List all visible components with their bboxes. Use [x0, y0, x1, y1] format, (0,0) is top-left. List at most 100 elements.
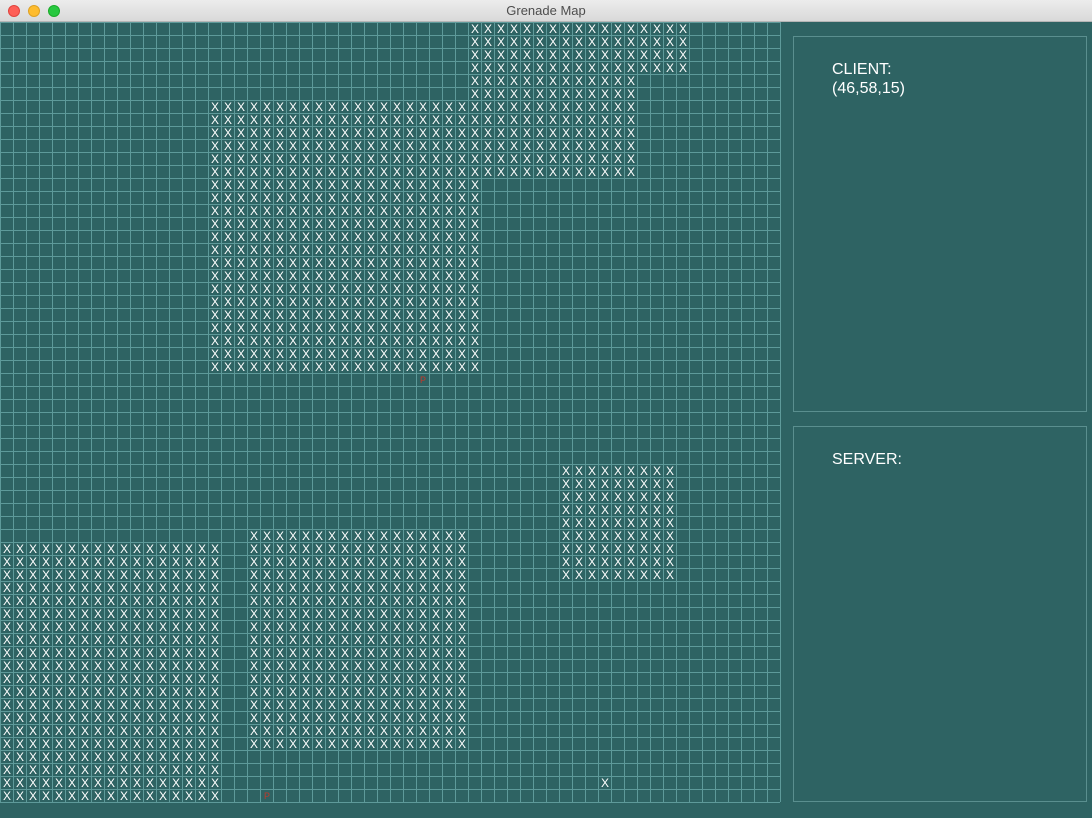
grenade-cell-mark: X: [263, 529, 271, 543]
grenade-cell-mark: X: [445, 347, 453, 361]
grenade-cell-mark: X: [341, 191, 349, 205]
grenade-cell-mark: X: [146, 789, 154, 803]
grenade-cell-mark: X: [653, 48, 661, 62]
grenade-cell-mark: X: [198, 555, 206, 569]
grenade-cell-mark: X: [601, 61, 609, 75]
grenade-cell-mark: X: [172, 737, 180, 751]
grenade-cell-mark: X: [614, 165, 622, 179]
grenade-cell-mark: X: [666, 516, 674, 530]
grenade-cell-mark: X: [432, 269, 440, 283]
grenade-cell-mark: X: [354, 269, 362, 283]
grenade-cell-mark: X: [549, 113, 557, 127]
grenade-cell-mark: X: [679, 22, 687, 36]
grenade-cell-mark: X: [510, 87, 518, 101]
grenade-cell-mark: X: [393, 711, 401, 725]
grenade-cell-mark: X: [263, 308, 271, 322]
grenade-cell-mark: X: [237, 191, 245, 205]
grenade-cell-mark: X: [302, 698, 310, 712]
grenade-cell-mark: X: [562, 152, 570, 166]
grenade-cell-mark: X: [341, 178, 349, 192]
grenade-cell-mark: X: [237, 347, 245, 361]
grenade-cell-mark: X: [211, 295, 219, 309]
grenade-cell-mark: X: [42, 698, 50, 712]
grenade-cell-mark: X: [367, 321, 375, 335]
client-panel: CLIENT: (46,58,15): [793, 36, 1087, 412]
grenade-cell-mark: X: [302, 711, 310, 725]
grenade-cell-mark: X: [445, 191, 453, 205]
grenade-cell-mark: X: [250, 672, 258, 686]
grenade-cell-mark: X: [68, 581, 76, 595]
grenade-cell-mark: X: [432, 555, 440, 569]
grenade-cell-mark: X: [406, 152, 414, 166]
grenade-cell-mark: X: [354, 178, 362, 192]
grenade-cell-mark: X: [588, 61, 596, 75]
grenade-cell-mark: X: [302, 139, 310, 153]
grenade-cell-mark: X: [523, 61, 531, 75]
grenade-cell-mark: X: [302, 295, 310, 309]
grenade-cell-mark: X: [68, 737, 76, 751]
grenade-cell-mark: X: [276, 594, 284, 608]
grenade-cell-mark: X: [120, 581, 128, 595]
grenade-cell-mark: X: [224, 113, 232, 127]
grenade-cell-mark: X: [445, 529, 453, 543]
grenade-cell-mark: X: [29, 607, 37, 621]
server-label: SERVER:: [832, 451, 902, 468]
grenade-cell-mark: X: [588, 74, 596, 88]
grenade-cell-mark: X: [68, 620, 76, 634]
grenade-cell-mark: X: [653, 542, 661, 556]
grenade-cell-mark: X: [627, 568, 635, 582]
grenade-cell-mark: X: [354, 100, 362, 114]
grenade-cell-mark: X: [133, 685, 141, 699]
grenade-cell-mark: X: [588, 516, 596, 530]
grenade-cell-mark: X: [445, 243, 453, 257]
grenade-cell-mark: X: [237, 204, 245, 218]
grenade-cell-mark: X: [289, 217, 297, 231]
grenade-cell-mark: X: [458, 217, 466, 231]
grenade-cell-mark: X: [159, 568, 167, 582]
grenade-cell-mark: X: [211, 191, 219, 205]
grenade-cell-mark: X: [29, 633, 37, 647]
grenade-cell-mark: X: [263, 737, 271, 751]
grenade-cell-mark: X: [237, 243, 245, 257]
grenade-cell-mark: X: [172, 581, 180, 595]
grenade-cell-mark: X: [81, 607, 89, 621]
grenade-cell-mark: X: [211, 269, 219, 283]
grenade-cell-mark: X: [419, 529, 427, 543]
grenade-cell-mark: X: [393, 178, 401, 192]
grenade-cell-mark: X: [354, 711, 362, 725]
grenade-cell-mark: X: [211, 750, 219, 764]
grenade-cell-mark: X: [601, 74, 609, 88]
grenade-cell-mark: X: [133, 568, 141, 582]
grenade-cell-mark: X: [458, 204, 466, 218]
grenade-cell-mark: X: [419, 672, 427, 686]
grenade-cell-mark: X: [250, 165, 258, 179]
grenade-cell-mark: X: [380, 542, 388, 556]
grenade-cell-mark: X: [211, 178, 219, 192]
grenade-cell-mark: X: [289, 594, 297, 608]
grenade-cell-mark: X: [159, 542, 167, 556]
grenade-cell-mark: X: [250, 113, 258, 127]
grenade-cell-mark: X: [224, 139, 232, 153]
grenade-cell-mark: X: [68, 646, 76, 660]
grenade-cell-mark: X: [289, 282, 297, 296]
grenade-cell-mark: X: [406, 555, 414, 569]
grenade-cell-mark: X: [406, 659, 414, 673]
grenade-cell-mark: X: [393, 308, 401, 322]
grenade-cell-mark: X: [627, 87, 635, 101]
grenade-cell-mark: X: [510, 74, 518, 88]
grenade-cell-mark: X: [380, 724, 388, 738]
grenade-cell-mark: X: [55, 542, 63, 556]
grenade-map-grid[interactable]: X X X X X X X X X X X X X X X X X X X X X X X X X X X X X X X X X X X X X X X X…: [0, 22, 781, 803]
grenade-cell-mark: X: [367, 256, 375, 270]
grenade-cell-mark: X: [458, 542, 466, 556]
grenade-cell-mark: X: [120, 620, 128, 634]
grenade-cell-mark: X: [575, 542, 583, 556]
grenade-cell-mark: X: [211, 230, 219, 244]
grenade-cell-mark: X: [55, 789, 63, 803]
grenade-cell-mark: X: [250, 100, 258, 114]
grenade-cell-mark: X: [432, 347, 440, 361]
grenade-cell-mark: X: [341, 659, 349, 673]
grenade-cell-mark: X: [3, 555, 11, 569]
grenade-cell-mark: X: [55, 750, 63, 764]
grenade-cell-mark: X: [406, 594, 414, 608]
